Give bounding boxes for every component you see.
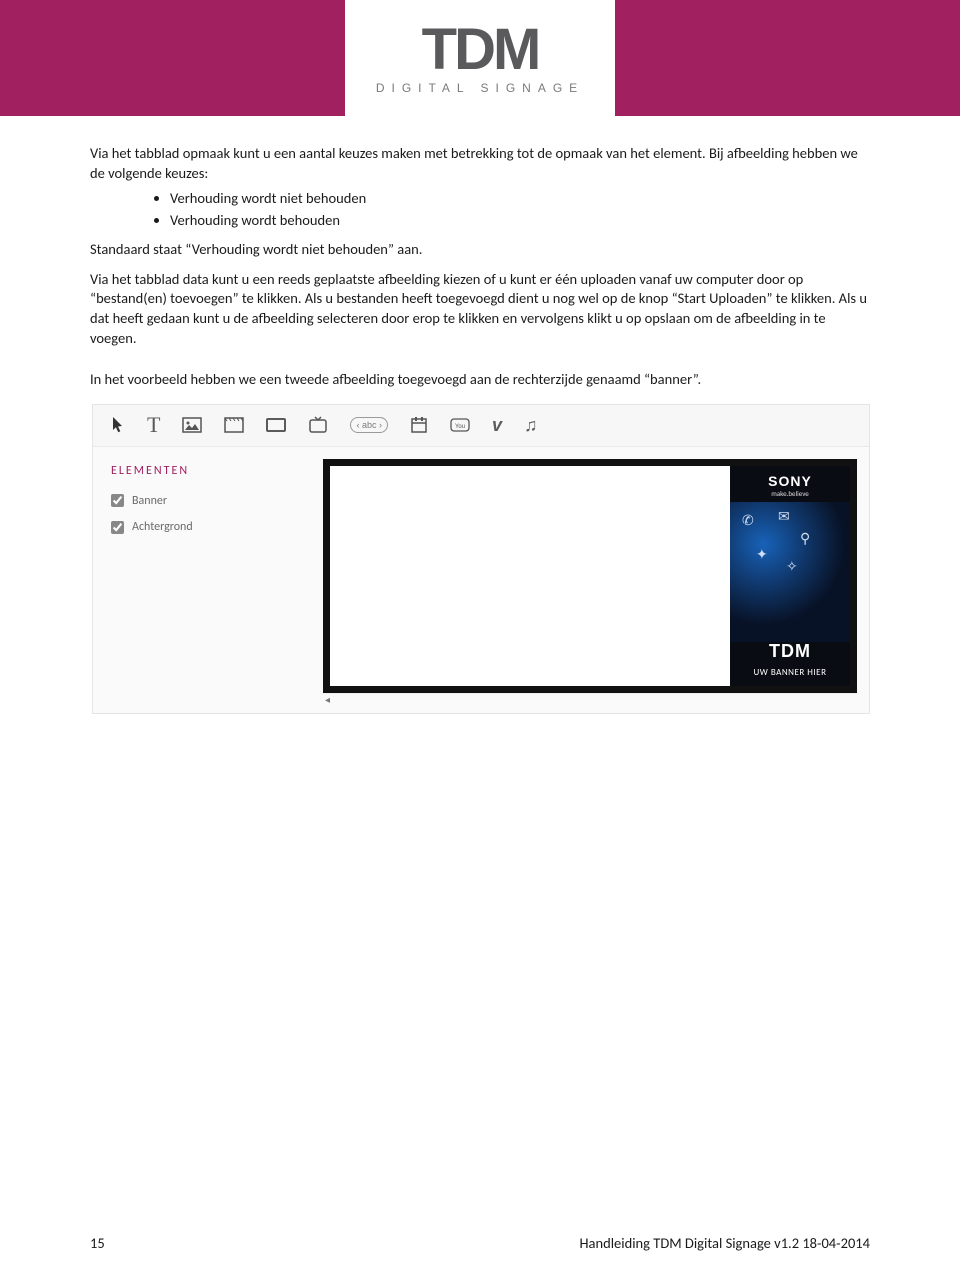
bullet-item: Verhouding wordt niet behouden bbox=[170, 189, 870, 209]
pointer-icon[interactable] bbox=[111, 416, 125, 434]
music-tool-icon[interactable]: ♫ bbox=[524, 413, 538, 437]
page-number: 15 bbox=[90, 1234, 105, 1252]
bullet-list: Verhouding wordt niet behouden Verhoudin… bbox=[170, 189, 870, 230]
sidebar-item-label: Achtergrond bbox=[132, 519, 193, 535]
calendar-tool-icon[interactable] bbox=[410, 416, 428, 434]
tv-tool-icon[interactable] bbox=[308, 416, 328, 434]
globe-icon: ✦ bbox=[756, 546, 768, 565]
canvas-background bbox=[330, 466, 730, 686]
video-tool-icon[interactable] bbox=[224, 416, 244, 434]
checkbox-banner[interactable] bbox=[111, 494, 124, 507]
youtube-tool-icon[interactable]: You bbox=[450, 418, 470, 432]
sidebar-title: ELEMENTEN bbox=[111, 463, 305, 479]
paragraph-data-tab: Via het tabblad data kunt u een reeds ge… bbox=[90, 270, 870, 348]
horizontal-scrollbar[interactable]: ◂ bbox=[323, 693, 857, 705]
sidebar-item-banner[interactable]: Banner bbox=[111, 493, 305, 509]
toolbar: T ‹ abc › You v ♫ bbox=[93, 405, 869, 447]
ticker-tool-icon[interactable]: ‹ abc › bbox=[350, 417, 388, 433]
logo-sub: DIGITAL SIGNAGE bbox=[376, 81, 584, 95]
paragraph-intro: Via het tabblad opmaak kunt u een aantal… bbox=[90, 144, 870, 183]
sidebar: ELEMENTEN Banner Achtergrond bbox=[93, 447, 323, 713]
gear-icon: ✧ bbox=[786, 558, 798, 577]
design-canvas[interactable]: SONY make.believe ✆ ✉ ⚲ ✦ ✧ TDM bbox=[323, 459, 857, 693]
banner-caption: UW BANNER HIER bbox=[730, 667, 850, 679]
page-footer: 15 Handleiding TDM Digital Signage v1.2 … bbox=[0, 1234, 960, 1252]
search-icon: ⚲ bbox=[800, 530, 810, 549]
logo-main: TDM bbox=[422, 21, 539, 79]
phone-icon: ✆ bbox=[742, 512, 754, 531]
banner-element[interactable]: SONY make.believe ✆ ✉ ⚲ ✦ ✧ TDM bbox=[730, 466, 850, 686]
paragraph-example: In het voorbeeld hebben we een tweede af… bbox=[90, 370, 870, 390]
box-tool-icon[interactable] bbox=[266, 418, 286, 432]
paragraph-standard: Standaard staat “Verhouding wordt niet b… bbox=[90, 240, 870, 260]
vimeo-tool-icon[interactable]: v bbox=[492, 413, 502, 437]
svg-text:You: You bbox=[455, 424, 465, 430]
checkbox-achtergrond[interactable] bbox=[111, 521, 124, 534]
text-tool-icon[interactable]: T bbox=[147, 410, 160, 440]
document-title: Handleiding TDM Digital Signage v1.2 18-… bbox=[580, 1234, 870, 1252]
header-band: TDM DIGITAL SIGNAGE bbox=[0, 0, 960, 116]
app-screenshot: T ‹ abc › You v ♫ ELEMENTEN bbox=[92, 404, 870, 714]
document-body: Via het tabblad opmaak kunt u een aantal… bbox=[0, 116, 960, 714]
canvas-area: SONY make.believe ✆ ✉ ⚲ ✦ ✧ TDM bbox=[323, 447, 869, 713]
banner-artwork: ✆ ✉ ⚲ ✦ ✧ bbox=[730, 502, 850, 642]
scroll-left-icon: ◂ bbox=[325, 693, 330, 707]
chat-icon: ✉ bbox=[778, 508, 790, 527]
banner-icon-cluster: ✆ ✉ ⚲ ✦ ✧ bbox=[730, 502, 850, 642]
sidebar-item-label: Banner bbox=[132, 493, 167, 509]
banner-mid-brand: TDM bbox=[730, 639, 850, 663]
bullet-item: Verhouding wordt behouden bbox=[170, 211, 870, 231]
sidebar-item-achtergrond[interactable]: Achtergrond bbox=[111, 519, 305, 535]
image-tool-icon[interactable] bbox=[182, 417, 202, 433]
logo-box: TDM DIGITAL SIGNAGE bbox=[345, 0, 615, 116]
app-body: ELEMENTEN Banner Achtergrond SONY make.b… bbox=[93, 447, 869, 713]
banner-brand-sub: make.believe bbox=[730, 489, 850, 498]
